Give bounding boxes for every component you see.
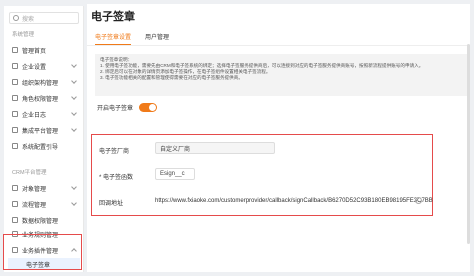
chevron-down-icon <box>71 126 77 132</box>
permission-icon <box>12 217 18 223</box>
sidebar-item-label: 管理首页 <box>22 48 47 55</box>
sidebar-item-home[interactable]: 管理首页 <box>8 44 80 56</box>
sidebar-item-label: 组织架构管理 <box>22 80 59 87</box>
search-placeholder: 搜索 <box>22 16 35 23</box>
log-icon <box>12 111 18 117</box>
enable-esign-row: 开启电子签章 <box>97 103 158 112</box>
sidebar-item-integration[interactable]: 集成平台管理 <box>8 124 80 136</box>
sidebar-item-company-settings[interactable]: 企业设置 <box>8 60 80 72</box>
sidebar-item-roles[interactable]: 角色权限管理 <box>8 92 80 104</box>
sidebar-item-org[interactable]: 组织架构管理 <box>8 76 80 88</box>
callback-label: 回调地址 <box>99 201 124 207</box>
sidebar-item-label: 流程管理 <box>22 202 47 209</box>
tab-bar: 电子签章设置 用户管理 <box>95 32 169 45</box>
chevron-down-icon <box>71 200 77 206</box>
building-icon <box>12 63 18 69</box>
sidebar-item-label: 角色权限管理 <box>22 96 59 103</box>
integration-icon <box>12 127 18 133</box>
chevron-down-icon <box>71 110 77 116</box>
tab-user-management[interactable]: 用户管理 <box>145 32 169 45</box>
sidebar-item-label: 对象管理 <box>22 186 47 193</box>
sidebar-item-guide[interactable]: 系统配置引导 <box>8 140 80 152</box>
chevron-down-icon <box>71 62 77 68</box>
sidebar: 搜索 系统管理 管理首页 企业设置 组织架构管理 角色权限管理 企业日志 集成平… <box>4 6 84 272</box>
page-title: 电子签章 <box>91 11 135 23</box>
user-icon <box>12 95 18 101</box>
chevron-down-icon <box>71 184 77 190</box>
instructions-box: 电子签章说明： 1. 使用电子签功能，需要先由CRM和电子签系统的绑定；选择电子… <box>95 54 467 96</box>
callback-url: https://www.fxiaoke.com/customerprovider… <box>155 198 433 204</box>
home-icon <box>12 47 18 53</box>
sidebar-item-label: 系统配置引导 <box>22 144 59 151</box>
search-input[interactable]: 搜索 <box>9 12 79 24</box>
sidebar-item-label: 集成平台管理 <box>22 128 59 135</box>
group-label-crm: CRM平台管理 <box>12 170 47 176</box>
tab-esign-settings[interactable]: 电子签章设置 <box>95 32 132 45</box>
vendor-select[interactable]: 自定义厂商 <box>155 142 275 154</box>
sidebar-item-process[interactable]: 流程管理 <box>8 198 80 210</box>
scrollbar[interactable] <box>467 44 470 244</box>
object-icon <box>12 185 18 191</box>
sidebar-item-logs[interactable]: 企业日志 <box>8 108 80 120</box>
main-panel: 电子签章 电子签章设置 用户管理 电子签章说明： 1. 使用电子签功能，需要先由… <box>87 4 470 272</box>
sidebar-highlight-box <box>3 234 82 270</box>
chevron-down-icon <box>71 94 77 100</box>
sidebar-item-data-permission[interactable]: 数据权限管理 <box>8 214 80 226</box>
sidebar-item-label: 企业日志 <box>22 112 47 119</box>
copy-icon[interactable] <box>415 197 422 204</box>
search-icon <box>13 15 19 21</box>
guide-icon <box>12 143 18 149</box>
function-label: * 电子签函数 <box>99 175 134 181</box>
sidebar-item-objects[interactable]: 对象管理 <box>8 182 80 194</box>
enable-esign-toggle[interactable] <box>139 103 158 112</box>
chevron-down-icon <box>71 78 77 84</box>
sidebar-item-label: 企业设置 <box>22 64 47 71</box>
sidebar-item-label: 数据权限管理 <box>22 218 59 225</box>
vendor-label: 电子签厂商 <box>99 149 130 155</box>
group-label-system: 系统管理 <box>12 32 35 38</box>
note-line: 3. 电子签功能相关的配置和管理使得需要在对应的电子签服务提供商。 <box>100 75 243 80</box>
org-icon <box>12 79 18 85</box>
process-icon <box>12 201 18 207</box>
toggle-knob <box>149 104 157 111</box>
function-input[interactable]: Esign__c <box>155 168 195 180</box>
enable-esign-label: 开启电子签章 <box>97 106 134 112</box>
tab-divider <box>87 45 470 46</box>
